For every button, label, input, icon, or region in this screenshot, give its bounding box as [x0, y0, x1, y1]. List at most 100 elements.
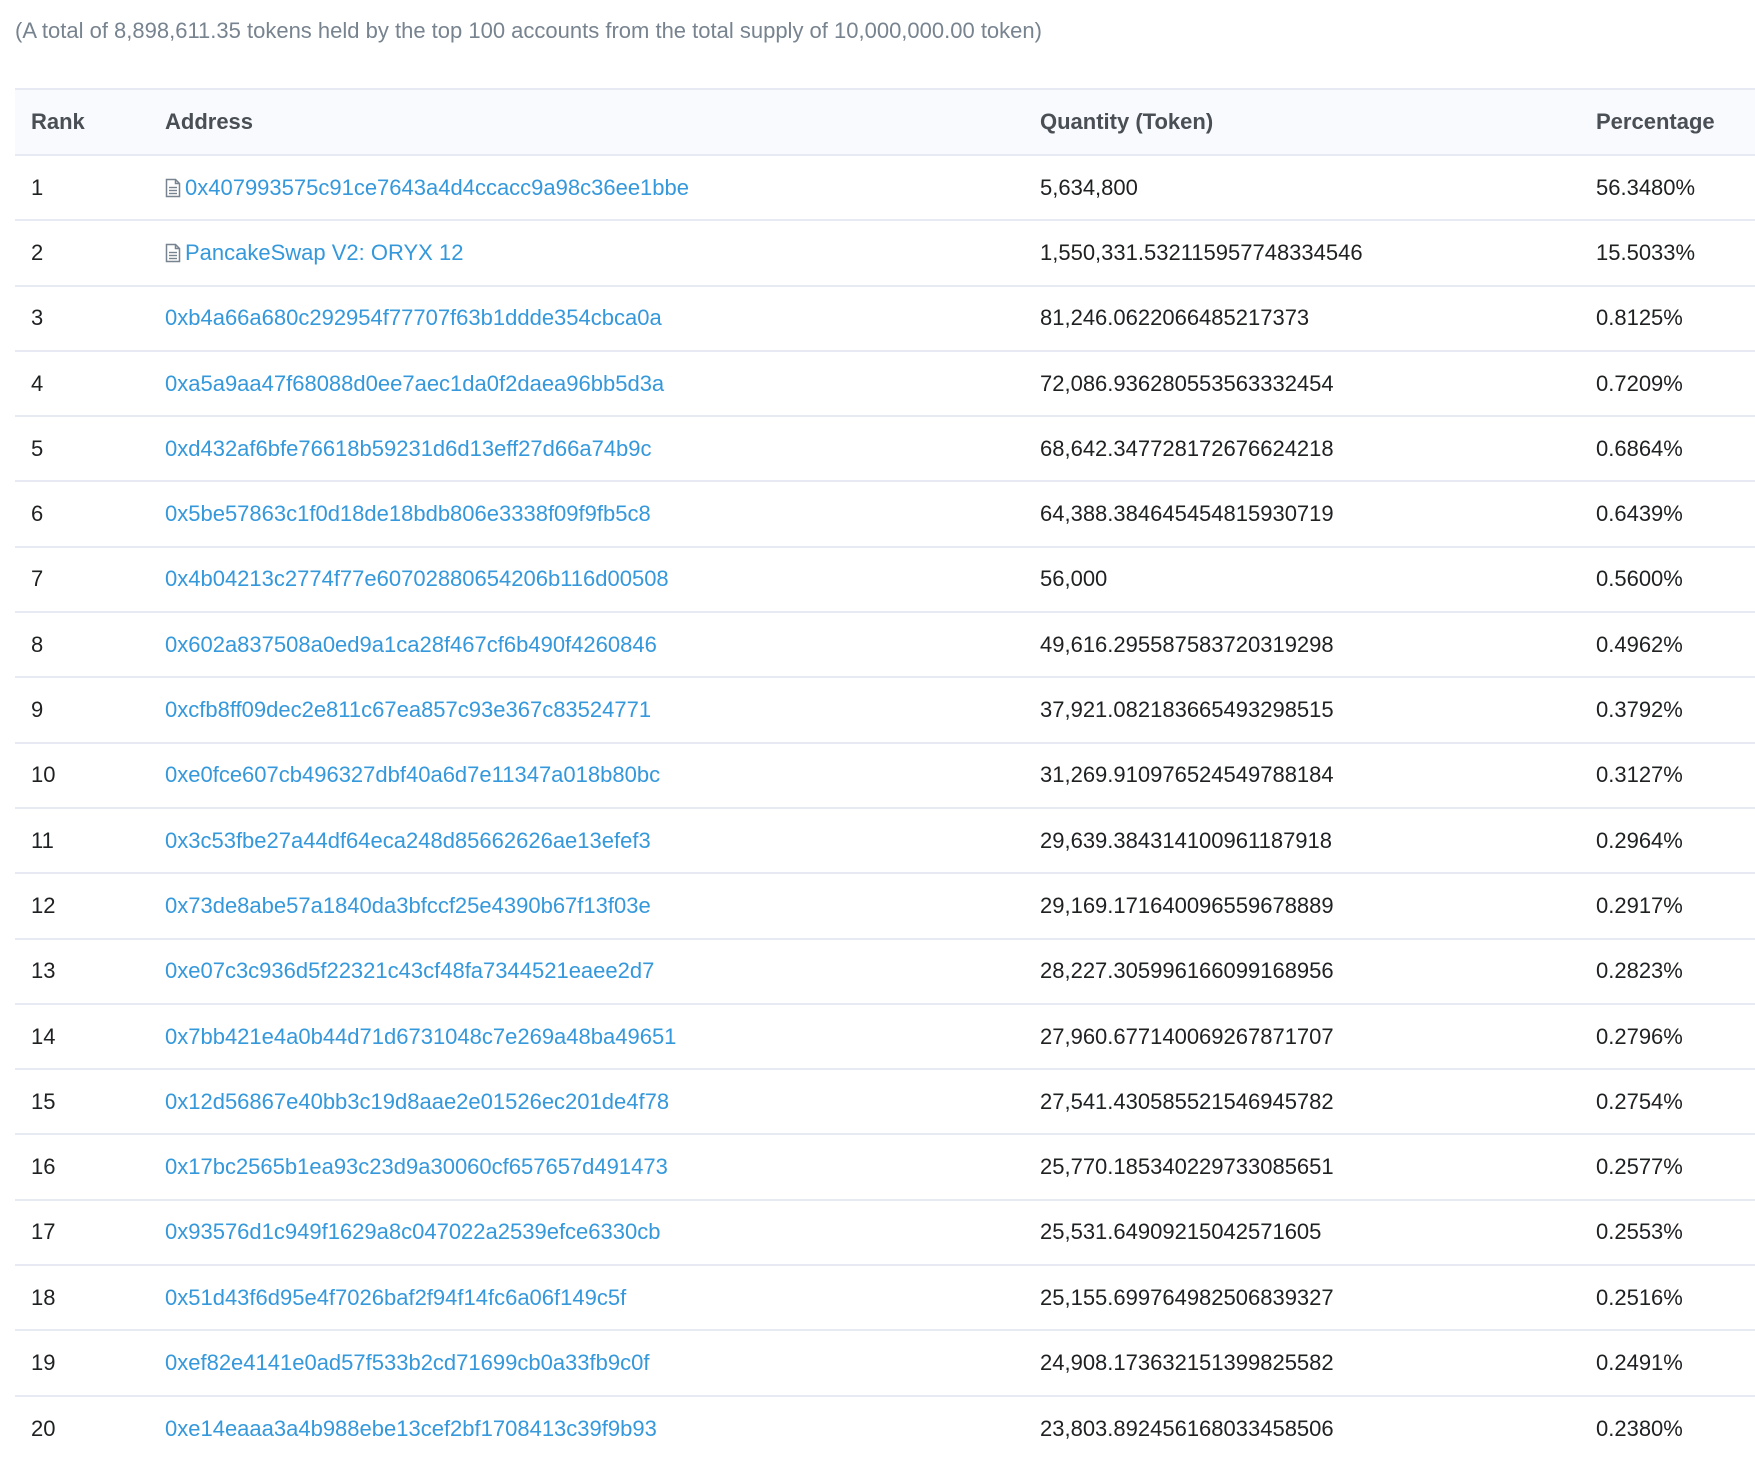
- address-cell: 0x3c53fbe27a44df64eca248d85662626ae13efe…: [149, 808, 1024, 873]
- quantity-cell: 1,550,331.532115957748334546: [1040, 239, 1363, 265]
- table-row: 10 0xe0fce607cb496327dbf40a6d7e11347a018b…: [15, 743, 1755, 808]
- table-row: 9 0xcfb8ff09dec2e811c67ea857c93e367c83524…: [15, 677, 1755, 743]
- address-link[interactable]: 0xe14eaaa3a4b988ebe13cef2bf1708413c39f9b…: [165, 1416, 657, 1441]
- table-body: 1 0x407993575c91ce7643a4d4ccacc9a98c36ee1…: [15, 155, 1755, 1461]
- table-row: 19 0xef82e4141e0ad57f533b2cd71699cb0a33fb…: [15, 1330, 1755, 1396]
- table-row: 3 0xb4a66a680c292954f77707f63b1ddde354cbc…: [15, 286, 1755, 351]
- percentage-cell: 0.2964%: [1596, 827, 1683, 853]
- table-row: 7 0x4b04213c2774f77e60702880654206b116d00…: [15, 547, 1755, 613]
- address-link[interactable]: 0x17bc2565b1ea93c23d9a30060cf657657d4914…: [165, 1154, 668, 1179]
- percentage-cell: 0.3792%: [1596, 697, 1683, 723]
- quantity-cell: 37,921.082183665493298515: [1040, 697, 1334, 723]
- rank-cell: 11: [31, 827, 54, 853]
- address-link[interactable]: 0xe0fce607cb496327dbf40a6d7e11347a018b80…: [165, 762, 660, 787]
- table-row: 2 PancakeSwap V2: ORYX 12 1,550,331.532115…: [15, 220, 1755, 286]
- quantity-cell: 64,388.384645454815930719: [1040, 501, 1334, 527]
- address-cell: 0x407993575c91ce7643a4d4ccacc9a98c36ee1b…: [149, 155, 1024, 220]
- address-link[interactable]: 0x93576d1c949f1629a8c047022a2539efce6330…: [165, 1219, 660, 1244]
- percentage-cell: 0.2577%: [1596, 1154, 1683, 1180]
- rank-cell: 17: [31, 1219, 56, 1245]
- address-link[interactable]: 0xcfb8ff09dec2e811c67ea857c93e367c835247…: [165, 697, 651, 722]
- address-cell: 0x12d56867e40bb3c19d8aae2e01526ec201de4f…: [149, 1069, 1024, 1134]
- table-row: 5 0xd432af6bfe76618b59231d6d13eff27d66a74…: [15, 416, 1755, 482]
- quantity-cell: 5,634,800: [1040, 174, 1138, 200]
- address-cell: 0x602a837508a0ed9a1ca28f467cf6b490f42608…: [149, 612, 1024, 677]
- table-row: 1 0x407993575c91ce7643a4d4ccacc9a98c36ee1…: [15, 155, 1755, 221]
- address-cell: 0x73de8abe57a1840da3bfccf25e4390b67f13f0…: [149, 873, 1024, 938]
- quantity-cell: 72,086.936280553563332454: [1040, 370, 1334, 396]
- holders-table-container: Rank Address Quantity (Token) Percentage…: [15, 88, 1755, 1461]
- quantity-cell: 29,169.171640096559678889: [1040, 892, 1334, 918]
- address-link[interactable]: 0x7bb421e4a0b44d71d6731048c7e269a48ba496…: [165, 1024, 676, 1049]
- quantity-cell: 24,908.173632151399825582: [1040, 1349, 1334, 1375]
- rank-cell: 18: [31, 1284, 56, 1310]
- table-row: 13 0xe07c3c936d5f22321c43cf48fa7344521eae…: [15, 939, 1755, 1004]
- percentage-cell: 0.2754%: [1596, 1088, 1683, 1114]
- address-link[interactable]: 0x4b04213c2774f77e60702880654206b116d005…: [165, 566, 669, 591]
- address-cell: 0xa5a9aa47f68088d0ee7aec1da0f2daea96bb5d…: [149, 351, 1024, 416]
- address-cell: 0xe14eaaa3a4b988ebe13cef2bf1708413c39f9b…: [149, 1396, 1024, 1461]
- address-cell: 0x93576d1c949f1629a8c047022a2539efce6330…: [149, 1200, 1024, 1265]
- percentage-cell: 0.4962%: [1596, 631, 1683, 657]
- address-link[interactable]: 0xd432af6bfe76618b59231d6d13eff27d66a74b…: [165, 436, 652, 461]
- quantity-cell: 27,960.677140069267871707: [1040, 1023, 1334, 1049]
- address-link[interactable]: 0x3c53fbe27a44df64eca248d85662626ae13efe…: [165, 828, 651, 853]
- rank-cell: 20: [31, 1415, 56, 1441]
- address-cell: 0xe0fce607cb496327dbf40a6d7e11347a018b80…: [149, 743, 1024, 808]
- address-link[interactable]: 0xa5a9aa47f68088d0ee7aec1da0f2daea96bb5d…: [165, 371, 664, 396]
- table-row: 12 0x73de8abe57a1840da3bfccf25e4390b67f13…: [15, 873, 1755, 939]
- table-row: 4 0xa5a9aa47f68088d0ee7aec1da0f2daea96bb5…: [15, 351, 1755, 417]
- percentage-cell: 0.2823%: [1596, 958, 1683, 984]
- table-row: 17 0x93576d1c949f1629a8c047022a2539efce63…: [15, 1200, 1755, 1266]
- quantity-cell: 28,227.305996166099168956: [1040, 958, 1334, 984]
- address-link[interactable]: 0xe07c3c936d5f22321c43cf48fa7344521eaee2…: [165, 958, 654, 983]
- table-row: 6 0x5be57863c1f0d18de18bdb806e3338f09f9fb…: [15, 481, 1755, 547]
- percentage-cell: 0.2491%: [1596, 1349, 1683, 1375]
- quantity-cell: 81,246.0622066485217373: [1040, 305, 1310, 331]
- column-header-address: Address: [165, 109, 254, 134]
- address-cell: 0xe07c3c936d5f22321c43cf48fa7344521eaee2…: [149, 939, 1024, 1004]
- quantity-cell: 68,642.347728172676624218: [1040, 435, 1334, 461]
- address-link[interactable]: 0x5be57863c1f0d18de18bdb806e3338f09f9fb5…: [165, 501, 651, 526]
- holders-summary: (A total of 8,898,611.35 tokens held by …: [15, 18, 1042, 43]
- table-row: 20 0xe14eaaa3a4b988ebe13cef2bf1708413c39f…: [15, 1396, 1755, 1461]
- percentage-cell: 15.5033%: [1596, 239, 1696, 265]
- address-cell: 0xef82e4141e0ad57f533b2cd71699cb0a33fb9c…: [149, 1330, 1024, 1395]
- address-cell: 0x4b04213c2774f77e60702880654206b116d005…: [149, 547, 1024, 612]
- address-cell: 0x17bc2565b1ea93c23d9a30060cf657657d4914…: [149, 1134, 1024, 1199]
- table-row: 8 0x602a837508a0ed9a1ca28f467cf6b490f4260…: [15, 612, 1755, 678]
- rank-cell: 16: [31, 1154, 56, 1180]
- quantity-cell: 25,531.64909215042571605: [1040, 1219, 1322, 1245]
- quantity-cell: 56,000: [1040, 566, 1108, 592]
- address-link[interactable]: 0x602a837508a0ed9a1ca28f467cf6b490f42608…: [165, 632, 657, 657]
- percentage-cell: 0.2516%: [1596, 1284, 1683, 1310]
- address-link[interactable]: PancakeSwap V2: ORYX 12: [185, 240, 463, 265]
- address-cell: PancakeSwap V2: ORYX 12: [149, 220, 1024, 285]
- column-header-quantity: Quantity (Token): [1040, 109, 1214, 134]
- table-row: 11 0x3c53fbe27a44df64eca248d85662626ae13e…: [15, 808, 1755, 874]
- address-cell: 0xd432af6bfe76618b59231d6d13eff27d66a74b…: [149, 416, 1024, 481]
- percentage-cell: 0.5600%: [1596, 566, 1683, 592]
- rank-cell: 5: [31, 435, 44, 461]
- quantity-cell: 25,155.699764982506839327: [1040, 1284, 1334, 1310]
- holders-table: Rank Address Quantity (Token) Percentage…: [15, 88, 1755, 1461]
- address-link[interactable]: 0x12d56867e40bb3c19d8aae2e01526ec201de4f…: [165, 1089, 669, 1114]
- rank-cell: 10: [31, 762, 56, 788]
- rank-cell: 13: [31, 958, 56, 984]
- address-link[interactable]: 0x51d43f6d95e4f7026baf2f94f14fc6a06f149c…: [165, 1285, 626, 1310]
- percentage-cell: 0.2553%: [1596, 1219, 1683, 1245]
- quantity-cell: 25,770.185340229733085651: [1040, 1154, 1334, 1180]
- address-link[interactable]: 0x73de8abe57a1840da3bfccf25e4390b67f13f0…: [165, 893, 651, 918]
- rank-cell: 3: [31, 305, 44, 331]
- percentage-cell: 0.6864%: [1596, 435, 1683, 461]
- quantity-cell: 31,269.910976524549788184: [1040, 762, 1334, 788]
- rank-cell: 6: [31, 501, 44, 527]
- address-link[interactable]: 0xb4a66a680c292954f77707f63b1ddde354cbca…: [165, 305, 662, 330]
- rank-cell: 7: [31, 566, 44, 592]
- address-link[interactable]: 0xef82e4141e0ad57f533b2cd71699cb0a33fb9c…: [165, 1350, 649, 1375]
- address-link[interactable]: 0x407993575c91ce7643a4d4ccacc9a98c36ee1b…: [185, 175, 689, 200]
- quantity-cell: 23,803.892456168033458506: [1040, 1415, 1334, 1441]
- address-cell: 0x5be57863c1f0d18de18bdb806e3338f09f9fb5…: [149, 481, 1024, 546]
- column-header-percentage: Percentage: [1596, 109, 1715, 134]
- rank-cell: 19: [31, 1349, 56, 1375]
